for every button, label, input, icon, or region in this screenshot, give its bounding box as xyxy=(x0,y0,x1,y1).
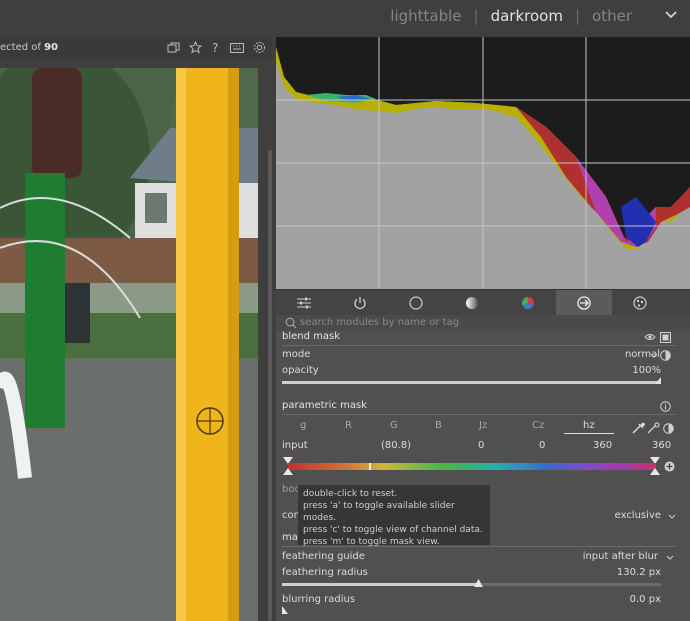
color-picker-icon[interactable] xyxy=(632,422,646,434)
mode-row[interactable]: mode normal xyxy=(282,349,676,363)
divider xyxy=(282,345,676,346)
feathering-guide-label: feathering guide xyxy=(282,551,365,562)
top-bar: lighttable | darkroom | other xyxy=(0,0,690,37)
center-image[interactable] xyxy=(0,68,258,621)
slider-marker-bottom[interactable] xyxy=(650,468,660,476)
help-icon[interactable]: ? xyxy=(211,41,221,54)
gear-icon[interactable] xyxy=(253,41,266,54)
blurring-radius-label: blurring radius xyxy=(282,594,356,605)
slider-handle[interactable] xyxy=(655,377,661,384)
feathering-radius-label: feathering radius xyxy=(282,567,368,578)
input-row: input (80.8) 0 0 360 360 xyxy=(282,440,676,454)
input-value-lower-high: 0 xyxy=(539,440,546,451)
picked-value-marker xyxy=(369,463,371,470)
search-input[interactable]: search modules by name or tag xyxy=(300,317,459,328)
tab-quick-access[interactable] xyxy=(276,290,332,316)
mask-display-icon[interactable] xyxy=(660,332,671,343)
view-switcher: lighttable | darkroom | other xyxy=(390,7,632,25)
selection-count: ected of 90 xyxy=(0,42,58,53)
invert-icon[interactable] xyxy=(663,423,674,434)
grouping-icon[interactable] xyxy=(167,42,180,53)
chevron-down-icon[interactable] xyxy=(650,353,658,359)
input-value-upper-high: 360 xyxy=(652,440,672,451)
opacity-row[interactable]: opacity 100% xyxy=(282,365,676,379)
channel-Jz[interactable]: Jz xyxy=(479,420,487,431)
blend-mask-title: blend mask xyxy=(282,331,341,342)
view-separator: | xyxy=(473,7,479,25)
effect-icon xyxy=(633,296,647,310)
color-picker-range-icon[interactable] xyxy=(647,422,661,434)
chevron-down-icon[interactable] xyxy=(668,514,676,520)
reset-plus-icon[interactable] xyxy=(664,461,675,472)
reverse-mode-icon[interactable] xyxy=(660,350,671,361)
blurring-radius-row[interactable]: blurring radius 0.0 px xyxy=(282,594,676,608)
feathering-radius-value: 130.2 px xyxy=(616,567,661,578)
feathering-guide-row[interactable]: feathering guide input after blur xyxy=(282,551,676,565)
circle-icon xyxy=(409,296,423,310)
channel-hz[interactable]: hz xyxy=(583,420,595,431)
tone-icon xyxy=(466,297,478,309)
input-value-lower-low: 0 xyxy=(478,440,485,451)
tab-active-modules[interactable] xyxy=(332,290,388,316)
tooltip-line: press 'm' to toggle mask view. xyxy=(303,537,440,547)
view-separator: | xyxy=(574,7,581,25)
chevron-down-icon[interactable] xyxy=(666,555,674,561)
channel-R[interactable]: R xyxy=(345,420,352,431)
view-lighttable[interactable]: lighttable xyxy=(390,7,461,25)
view-darkroom[interactable]: darkroom xyxy=(491,7,563,25)
opacity-slider[interactable] xyxy=(282,381,661,384)
histogram[interactable] xyxy=(276,37,690,289)
divider xyxy=(282,414,676,415)
hue-gradient-slider[interactable] xyxy=(288,463,656,470)
sliders-icon xyxy=(297,297,311,309)
mode-label: mode xyxy=(282,349,311,360)
channel-Cz[interactable]: Cz xyxy=(532,420,544,431)
correct-icon xyxy=(577,296,591,310)
slider-handle[interactable] xyxy=(474,579,483,587)
slider-handle[interactable] xyxy=(282,606,288,614)
input-label: input xyxy=(282,440,308,451)
channel-tabs: g R G B Jz Cz hz xyxy=(282,420,676,434)
star-icon[interactable] xyxy=(189,41,202,54)
module-group-tabs xyxy=(276,289,690,316)
feathering-guide-value[interactable]: input after blur xyxy=(583,551,658,562)
tooltip-line: double-click to reset. xyxy=(303,489,398,499)
channel-G[interactable]: G xyxy=(390,420,398,431)
input-value-upper-low: 360 xyxy=(593,440,613,451)
feathering-radius-fill[interactable] xyxy=(282,583,480,586)
slider-tooltip: double-click to reset. press 'a' to togg… xyxy=(298,485,490,547)
eye-icon[interactable] xyxy=(644,332,656,342)
tab-color[interactable] xyxy=(500,290,556,316)
tab-base[interactable] xyxy=(388,290,444,316)
parametric-mask-title: parametric mask xyxy=(282,400,367,411)
tooltip-line: press 'a' to toggle available slider mod… xyxy=(303,501,455,523)
image-scrollbar[interactable] xyxy=(268,150,272,621)
slider-marker-bottom[interactable] xyxy=(283,468,293,476)
color-wheel-icon xyxy=(521,297,535,310)
tab-tone[interactable] xyxy=(444,290,500,316)
image-toolbar: ected of 90 ? xyxy=(0,37,272,59)
combine-value[interactable]: exclusive xyxy=(615,510,661,521)
blurring-radius-value: 0.0 px xyxy=(629,594,661,605)
module-search[interactable]: search modules by name or tag xyxy=(276,315,690,331)
view-other[interactable]: other xyxy=(592,7,632,25)
active-channel-underline xyxy=(564,433,614,434)
keyboard-icon[interactable] xyxy=(230,42,244,53)
channel-g[interactable]: g xyxy=(300,420,306,431)
chevron-down-icon[interactable] xyxy=(664,8,678,22)
channel-B[interactable]: B xyxy=(435,420,442,431)
tooltip-line: press 'c' to toggle view of channel data… xyxy=(303,525,483,535)
opacity-value: 100% xyxy=(632,365,661,376)
info-icon[interactable] xyxy=(660,401,671,412)
search-icon xyxy=(285,317,297,329)
opacity-label: opacity xyxy=(282,365,319,376)
tab-effect[interactable] xyxy=(612,290,668,316)
input-value-picked: (80.8) xyxy=(381,440,412,451)
svg-text:?: ? xyxy=(212,41,218,54)
tab-correct[interactable] xyxy=(556,290,612,316)
power-icon xyxy=(354,297,366,310)
